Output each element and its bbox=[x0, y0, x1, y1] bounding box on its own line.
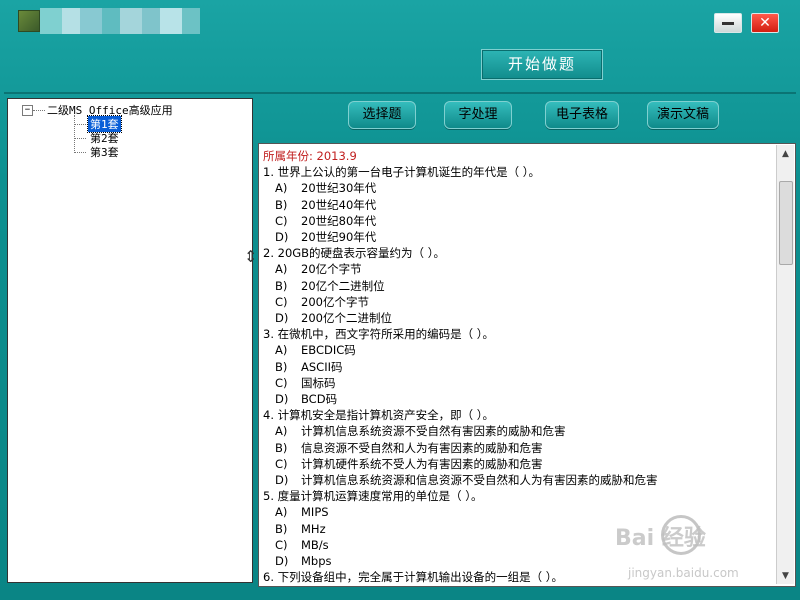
question-content-area[interactable]: 所属年份: 2013.9 1. 世界上公认的第一台电子计算机诞生的年代是（ ）。… bbox=[258, 143, 796, 587]
option-text: EBCDIC码 bbox=[301, 343, 356, 358]
question-text: 3. 在微机中，西文字符所采用的编码是（ ）。 bbox=[263, 327, 495, 342]
option-letter: A) bbox=[275, 505, 288, 520]
answer-option: B) ASCII码 bbox=[263, 359, 775, 375]
option-text: 20世纪30年代 bbox=[301, 181, 377, 196]
option-letter: A) bbox=[275, 181, 288, 196]
option-text: 计算机信息系统资源不受自然有害因素的威胁和危害 bbox=[301, 424, 566, 439]
tree-connector bbox=[33, 109, 45, 111]
option-text: Mbps bbox=[301, 554, 332, 569]
title-blur-block bbox=[62, 8, 80, 34]
close-button[interactable]: ✕ bbox=[751, 13, 779, 33]
answer-option: B) 信息资源不受自然和人为有害因素的威胁和危害 bbox=[263, 440, 775, 456]
scroll-down-icon[interactable]: ▼ bbox=[777, 567, 794, 584]
watermark-url: jingyan.baidu.com bbox=[628, 566, 739, 580]
minimize-button[interactable] bbox=[714, 13, 742, 33]
collapse-icon[interactable]: − bbox=[22, 104, 33, 116]
exam-year: 所属年份: 2013.9 bbox=[263, 149, 357, 163]
option-letter: B) bbox=[275, 359, 288, 374]
option-letter: B) bbox=[275, 197, 288, 212]
option-text: 信息资源不受自然和人为有害因素的威胁和危害 bbox=[301, 440, 543, 455]
title-blur-block bbox=[40, 8, 62, 34]
tab-choice-questions[interactable]: 选择题 bbox=[348, 101, 416, 129]
watermark: Bai 经验 bbox=[615, 526, 706, 551]
answer-option: D) 计算机信息系统资源和信息资源不受自然和人为有害因素的威胁和危害 bbox=[263, 472, 775, 488]
answer-option: B) 20世纪40年代 bbox=[263, 197, 775, 213]
start-quiz-button[interactable]: 开始做题 bbox=[481, 49, 603, 80]
question-text: 2. 20GB的硬盘表示容量约为（ ）。 bbox=[263, 246, 445, 261]
answer-option: B) 20亿个二进制位 bbox=[263, 278, 775, 294]
answer-option: C) 200亿个字节 bbox=[263, 294, 775, 310]
option-letter: A) bbox=[275, 262, 288, 277]
option-text: 国标码 bbox=[301, 375, 336, 390]
answer-option: D) 20世纪90年代 bbox=[263, 229, 775, 245]
answer-option: A) MIPS bbox=[263, 504, 775, 520]
close-icon: ✕ bbox=[759, 15, 771, 31]
answer-option: A) EBCDIC码 bbox=[263, 342, 775, 358]
question-text: 5. 度量计算机运算速度常用的单位是（ ）。 bbox=[263, 489, 483, 504]
option-letter: D) bbox=[275, 473, 289, 488]
answer-option: A) 20世纪30年代 bbox=[263, 180, 775, 196]
title-blur-block bbox=[142, 8, 160, 34]
option-letter: B) bbox=[275, 278, 288, 293]
exam-tree[interactable]: − 二级MS Office高级应用 第1套 第2套 第3套 bbox=[7, 98, 253, 583]
tree-item-set-3[interactable]: 第3套 bbox=[74, 144, 121, 160]
window-title-blurred bbox=[40, 8, 205, 34]
option-text: MB/s bbox=[301, 537, 329, 552]
title-blur-block bbox=[182, 8, 200, 34]
answer-option: A) 20亿个字节 bbox=[263, 261, 775, 277]
answer-option: C) 20世纪80年代 bbox=[263, 213, 775, 229]
option-letter: C) bbox=[275, 375, 288, 390]
title-blur-block bbox=[80, 8, 102, 34]
answer-option: D) BCD码 bbox=[263, 391, 775, 407]
option-text: 20世纪90年代 bbox=[301, 230, 377, 245]
option-letter: B) bbox=[275, 440, 288, 455]
option-text: 计算机硬件系统不受人为有害因素的威胁和危害 bbox=[301, 456, 543, 471]
option-letter: B) bbox=[275, 521, 288, 536]
answer-option: A) 计算机信息系统资源不受自然有害因素的威胁和危害 bbox=[263, 423, 775, 439]
option-letter: A) bbox=[275, 424, 288, 439]
resize-splitter-icon[interactable]: ⇕ bbox=[244, 249, 257, 265]
option-text: 20亿个字节 bbox=[301, 262, 362, 277]
option-text: MIPS bbox=[301, 505, 329, 520]
option-letter: D) bbox=[275, 311, 289, 326]
tab-presentation[interactable]: 演示文稿 bbox=[647, 101, 719, 129]
tab-spreadsheet[interactable]: 电子表格 bbox=[545, 101, 619, 129]
title-blur-block bbox=[160, 8, 182, 34]
option-letter: C) bbox=[275, 213, 288, 228]
app-icon bbox=[18, 10, 40, 32]
option-text: 20世纪80年代 bbox=[301, 213, 377, 228]
option-text: 200亿个字节 bbox=[301, 294, 369, 309]
option-letter: D) bbox=[275, 230, 289, 245]
option-text: BCD码 bbox=[301, 392, 338, 407]
option-text: 20世纪40年代 bbox=[301, 197, 377, 212]
title-blur-block bbox=[102, 8, 120, 34]
option-letter: C) bbox=[275, 456, 288, 471]
vertical-scrollbar[interactable]: ▲ ▼ bbox=[776, 145, 794, 584]
title-blur-block bbox=[120, 8, 142, 34]
option-letter: D) bbox=[275, 392, 289, 407]
option-text: MHz bbox=[301, 521, 326, 536]
app-window: ✕ 开始做题 − 二级MS Office高级应用 第1套 第2套 第3套 ⇕ 选… bbox=[0, 0, 800, 600]
option-letter: C) bbox=[275, 294, 288, 309]
option-letter: C) bbox=[275, 537, 288, 552]
option-text: 200亿个二进制位 bbox=[301, 311, 392, 326]
answer-option: C) 国标码 bbox=[263, 375, 775, 391]
answer-option: D) 200亿个二进制位 bbox=[263, 310, 775, 326]
tab-word-processing[interactable]: 字处理 bbox=[444, 101, 512, 129]
question-text: 1. 世界上公认的第一台电子计算机诞生的年代是（ ）。 bbox=[263, 165, 541, 180]
option-letter: D) bbox=[275, 554, 289, 569]
option-text: 20亿个二进制位 bbox=[301, 278, 385, 293]
option-letter: A) bbox=[275, 343, 288, 358]
scrollbar-thumb[interactable] bbox=[779, 181, 793, 265]
option-text: 计算机信息系统资源和信息资源不受自然和人为有害因素的威胁和危害 bbox=[301, 473, 658, 488]
question-text: 4. 计算机安全是指计算机资产安全，即（ ）。 bbox=[263, 408, 495, 423]
option-text: ASCII码 bbox=[301, 359, 343, 374]
scroll-up-icon[interactable]: ▲ bbox=[777, 145, 794, 162]
header-divider bbox=[4, 92, 796, 94]
answer-option: C) 计算机硬件系统不受人为有害因素的威胁和危害 bbox=[263, 456, 775, 472]
tree-item-label: 第3套 bbox=[90, 146, 119, 159]
